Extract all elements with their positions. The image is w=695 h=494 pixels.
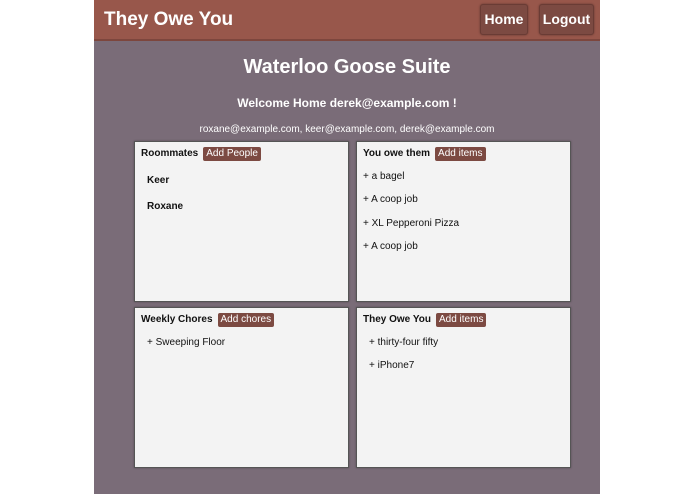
add-people-button[interactable]: Add People: [203, 146, 261, 161]
add-chores-button[interactable]: Add chores: [217, 312, 275, 327]
roommate-item: Keer: [147, 175, 170, 186]
chores-header: Weekly Chores Add chores: [141, 312, 275, 327]
you-owe-item: + A coop job: [363, 194, 418, 205]
add-they-owe-items-button[interactable]: Add items: [435, 312, 487, 327]
home-button[interactable]: Home: [480, 4, 528, 35]
suite-members: roxane@example.com, keer@example.com, de…: [199, 124, 495, 135]
chore-item: + Sweeping Floor: [147, 337, 226, 348]
roommates-header: Roommates Add People: [141, 146, 261, 161]
they-owe-title: They Owe You: [363, 314, 431, 325]
navbar: They Owe You Home Logout: [94, 0, 600, 41]
you-owe-header: You owe them Add items: [363, 146, 486, 161]
app-container: They Owe You Home Logout Waterloo Goose …: [94, 0, 600, 494]
you-owe-panel: You owe them Add items + a bagel + A coo…: [356, 141, 571, 302]
roommates-panel: Roommates Add People Keer Roxane: [134, 141, 349, 302]
you-owe-item: + a bagel: [363, 171, 405, 182]
they-owe-item: + iPhone7: [369, 360, 415, 371]
you-owe-item: + XL Pepperoni Pizza: [363, 218, 460, 229]
add-you-owe-items-button[interactable]: Add items: [435, 146, 486, 161]
suite-title: Waterloo Goose Suite: [243, 56, 451, 78]
roommates-title: Roommates: [141, 148, 199, 159]
chores-title: Weekly Chores: [141, 314, 213, 325]
roommate-item: Roxane: [147, 201, 184, 212]
you-owe-item: + A coop job: [363, 241, 418, 252]
logout-button[interactable]: Logout: [539, 4, 594, 35]
they-owe-header: They Owe You Add items: [363, 312, 487, 327]
brand-title[interactable]: They Owe You: [104, 9, 233, 31]
welcome-message: Welcome Home derek@example.com !: [237, 96, 457, 110]
you-owe-title: You owe them: [363, 148, 431, 159]
chores-panel: Weekly Chores Add chores + Sweeping Floo…: [134, 307, 349, 468]
they-owe-panel: They Owe You Add items + thirty-four fif…: [356, 307, 571, 468]
they-owe-item: + thirty-four fifty: [369, 337, 439, 348]
